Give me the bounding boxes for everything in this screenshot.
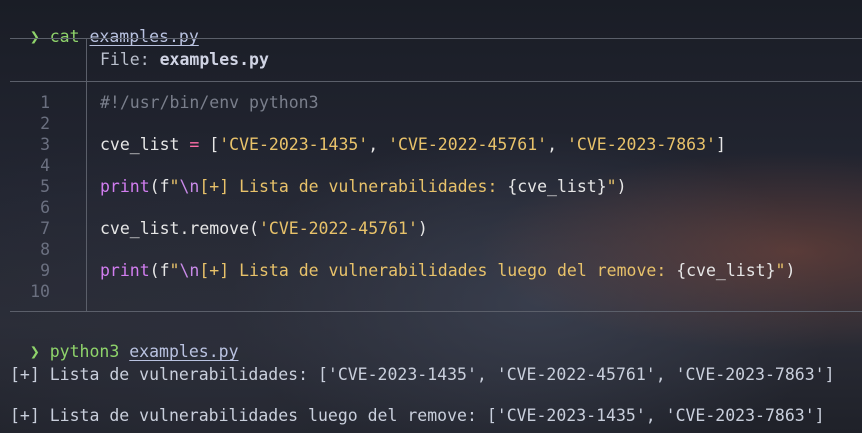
code-line-1: #!/usr/bin/env python3 [100,93,319,112]
code-token: print [100,177,150,196]
code-token: , [547,135,567,154]
code-token: 'CVE-2022-45761' [258,219,418,238]
code-token: {cve_list} [507,177,607,196]
code-token: [+] Lista de vulnerabilidades: [199,177,508,196]
code-token: , [368,135,389,154]
gutter-divider-code [86,81,87,311]
code-token: f [159,261,170,280]
prompt-arrow-icon: ❯ [29,27,40,46]
frame-bottom-divider [10,311,862,312]
file-header: File: examples.py [100,50,269,69]
code-token: cve_list [100,135,180,154]
command-name: cat [49,27,80,46]
code-token: cve_list.remove( [100,219,259,238]
code-token: {cve_list} [676,261,776,280]
output-line: [+] Lista de vulnerabilidades: ['CVE-202… [10,365,835,384]
command-file-link[interactable]: examples.py [129,342,238,361]
code-line-3: cve_list = ['CVE-2023-1435', 'CVE-2022-4… [100,135,726,154]
file-name: examples.py [159,50,269,69]
code-token: \n [179,261,200,280]
file-label: File: [100,50,150,69]
code-token: f [159,177,170,196]
prompt-line-python3: ❯ python3 examples.py [10,323,239,361]
line-number: 9 [40,261,50,280]
code-token: [+] Lista de vulnerabilidades luego del … [199,261,677,280]
code-token: " [169,177,180,196]
code-token: ( [149,261,160,280]
prompt-arrow-icon: ❯ [29,342,40,361]
output-line: [+] Lista de vulnerabilidades luego del … [10,406,825,425]
line-number: 5 [40,177,50,196]
code-token: ) [417,219,428,238]
line-number: 2 [40,114,50,133]
code-token: 'CVE-2023-1435' [219,135,369,154]
code-token: ] [715,135,726,154]
code-line-9: print(f"\n[+] Lista de vulnerabilidades … [100,261,795,280]
prompt-line-cat: ❯ cat examples.py [10,8,199,46]
line-number: 4 [40,156,50,175]
line-number: 7 [40,219,50,238]
code-line-5: print(f"\n[+] Lista de vulnerabilidades:… [100,177,627,196]
gutter-divider-header [86,38,87,81]
code-token: " [775,261,786,280]
line-number: 8 [40,240,50,259]
code-token: 'CVE-2023-7863' [566,135,716,154]
code-token: " [606,177,617,196]
code-token: ) [616,177,627,196]
frame-top-divider [10,38,862,39]
code-token: = [189,135,200,154]
command-file-link[interactable]: examples.py [90,27,199,46]
code-token: print [100,261,150,280]
code-token: 'CVE-2022-45761' [388,135,548,154]
line-number: 1 [40,93,50,112]
header-divider [10,81,862,82]
line-number: 10 [30,282,50,301]
code-token: \n [179,177,200,196]
code-token: ) [785,261,796,280]
code-token: ( [149,177,160,196]
line-number: 3 [40,135,50,154]
code-line-7: cve_list.remove('CVE-2022-45761') [100,219,428,238]
line-number: 6 [40,198,50,217]
command-name: python3 [49,342,120,361]
code-token: " [169,261,180,280]
code-token: [ [209,135,220,154]
